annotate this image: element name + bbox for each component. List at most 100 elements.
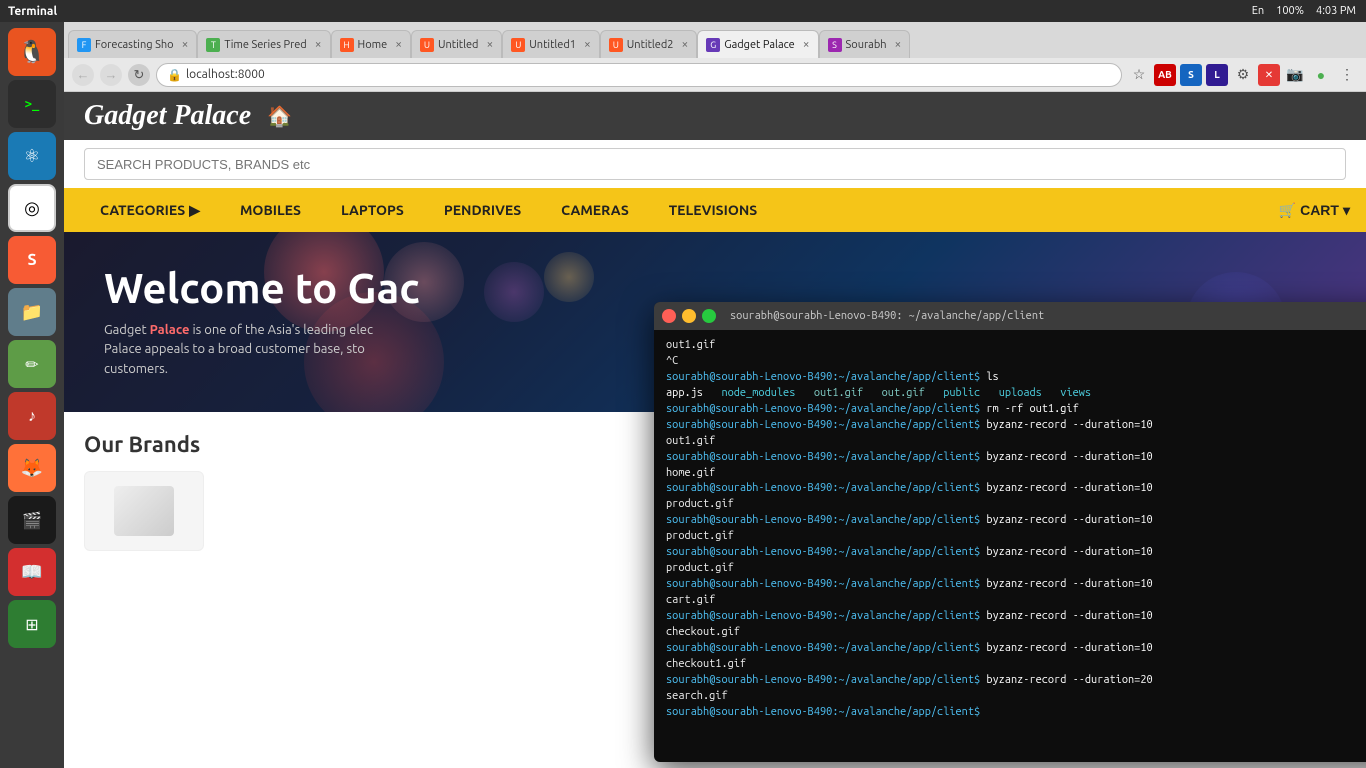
ext6-icon[interactable]: ● [1310,64,1332,86]
term-line: checkout.gif [666,625,1366,641]
cart-button[interactable]: 🛒 CART ▾ [1279,202,1350,219]
dock-item-terminal[interactable]: >_ [8,80,56,128]
term-line: sourabh@sourabh-Lenovo-B490:~/avalanche/… [666,641,1366,657]
tab-close-home[interactable]: × [395,38,402,51]
url-bar[interactable]: 🔒 localhost:8000 [156,63,1122,87]
dock-item-calc[interactable]: ⊞ [8,600,56,648]
search-input[interactable] [84,148,1346,180]
nav-item-mobiles[interactable]: MOBILES [220,188,321,232]
tab-favicon-gadget: G [706,38,720,52]
refresh-button[interactable]: ↻ [128,64,150,86]
term-line: sourabh@sourabh-Lenovo-B490:~/avalanche/… [666,705,1366,721]
tab-favicon-forecasting: F [77,38,91,52]
term-line: sourabh@sourabh-Lenovo-B490:~/avalanche/… [666,402,1366,418]
ext4-icon[interactable]: ✕ [1258,64,1280,86]
term-line: search.gif [666,689,1366,705]
nav-label-mobiles: MOBILES [240,202,301,218]
tab-sourabh[interactable]: S Sourabh × [819,30,911,58]
dock-item-ubuntu[interactable]: 🐧 [8,28,56,76]
brand-card[interactable] [84,471,204,551]
term-line: home.gif [666,466,1366,482]
chevron-down-icon: ▶ [189,202,200,219]
terminal-close-button[interactable] [662,309,676,323]
browser-toolbar-icons: ☆ AB S L ⚙ ✕ 📷 ● ⋮ [1128,64,1358,86]
dock-item-chrome[interactable]: ◎ [8,184,56,232]
dock-item-atom[interactable]: ⚛ [8,132,56,180]
nav-label-laptops: LAPTOPS [341,202,404,218]
ext1-icon[interactable]: S [1180,64,1202,86]
url-text: localhost:8000 [186,68,265,81]
ext3-icon[interactable]: ⚙ [1232,64,1254,86]
tab-label-untitled: Untitled [438,39,479,51]
tab-close-sourabh[interactable]: × [895,38,902,51]
home-icon[interactable]: 🏠 [267,104,292,128]
term-line: sourabh@sourabh-Lenovo-B490:~/avalanche/… [666,673,1366,689]
term-line: product.gif [666,497,1366,513]
tab-forecasting[interactable]: F Forecasting Sho × [68,30,197,58]
tab-close-untitled[interactable]: × [487,38,494,51]
tab-untitled[interactable]: U Untitled × [411,30,502,58]
nav-item-laptops[interactable]: LAPTOPS [321,188,424,232]
tab-close-untitled2[interactable]: × [682,38,689,51]
terminal-title: sourabh@sourabh-Lenovo-B490: ~/avalanche… [730,310,1044,322]
dock-item-files[interactable]: 📁 [8,288,56,336]
forward-button[interactable]: → [100,64,122,86]
tab-label-forecasting: Forecasting Sho [95,39,174,51]
term-line: sourabh@sourabh-Lenovo-B490:~/avalanche/… [666,513,1366,529]
tab-close-timeseries[interactable]: × [315,38,322,51]
dock-item-video[interactable]: 🎬 [8,496,56,544]
hero-text: Welcome to Gac Gadget Palace is one of t… [104,265,420,380]
terminal-titlebar: sourabh@sourabh-Lenovo-B490: ~/avalanche… [654,302,1366,330]
taskbar: Terminal En 100% 4:03 PM [0,0,1366,22]
tab-timeseries[interactable]: T Time Series Pred × [197,30,330,58]
site-header: Gadget Palace 🏠 [64,92,1366,140]
ext2-icon[interactable]: L [1206,64,1228,86]
tab-label-timeseries: Time Series Pred [224,39,306,51]
nav-item-pendrives[interactable]: PENDRIVES [424,188,541,232]
term-line: checkout1.gif [666,657,1366,673]
tab-close-gadget[interactable]: × [803,38,810,51]
terminal-minimize-button[interactable] [682,309,696,323]
term-line: cart.gif [666,593,1366,609]
tab-untitled1[interactable]: U Untitled1 × [502,30,600,58]
site-title: Gadget Palace [84,100,251,132]
tab-label-gadget: Gadget Palace [724,39,794,51]
term-line: sourabh@sourabh-Lenovo-B490:~/avalanche/… [666,577,1366,593]
adblock-icon[interactable]: AB [1154,64,1176,86]
term-line: out1.gif [666,434,1366,450]
tab-favicon-untitled: U [420,38,434,52]
dock-item-sound[interactable]: ♪ [8,392,56,440]
website-content: Gadget Palace 🏠 CATEGORIES ▶ MOBILES LAP… [64,92,1366,768]
nav-label-categories: CATEGORIES [100,202,185,218]
dock-item-text[interactable]: ✏ [8,340,56,388]
menu-icon[interactable]: ⋮ [1336,64,1358,86]
tab-favicon-home: H [340,38,354,52]
tab-favicon-untitled1: U [511,38,525,52]
term-line: product.gif [666,529,1366,545]
tab-close-untitled1[interactable]: × [584,38,591,51]
dock: 🐧 >_ ⚛ ◎ S 📁 ✏ ♪ 🦊 🎬 📖 ⊞ [0,22,64,768]
address-bar: ← → ↻ 🔒 localhost:8000 ☆ AB S L ⚙ ✕ 📷 ● … [64,58,1366,92]
tab-label-sourabh: Sourabh [846,39,887,51]
nav-item-televisions[interactable]: TELEVISIONS [649,188,777,232]
nav-item-cameras[interactable]: CAMERAS [541,188,649,232]
tab-close-forecasting[interactable]: × [182,38,189,51]
tab-home[interactable]: H Home × [331,30,411,58]
nav-label-televisions: TELEVISIONS [669,202,757,218]
dock-item-sublime[interactable]: S [8,236,56,284]
tab-label-untitled1: Untitled1 [529,39,576,51]
tab-favicon-untitled2: U [609,38,623,52]
tab-gadget[interactable]: G Gadget Palace × [697,30,818,58]
tab-untitled2[interactable]: U Untitled2 × [600,30,698,58]
dock-item-firefox[interactable]: 🦊 [8,444,56,492]
star-icon[interactable]: ☆ [1128,64,1150,86]
dock-item-ebook[interactable]: 📖 [8,548,56,596]
taskbar-keyboard: En [1252,5,1264,17]
terminal-maximize-button[interactable] [702,309,716,323]
back-button[interactable]: ← [72,64,94,86]
cart-label: CART [1300,202,1339,218]
terminal-body[interactable]: out1.gif ^C sourabh@sourabh-Lenovo-B490:… [654,330,1366,762]
term-line: ^C [666,354,1366,370]
nav-item-categories[interactable]: CATEGORIES ▶ [80,188,220,232]
ext5-icon[interactable]: 📷 [1284,64,1306,86]
